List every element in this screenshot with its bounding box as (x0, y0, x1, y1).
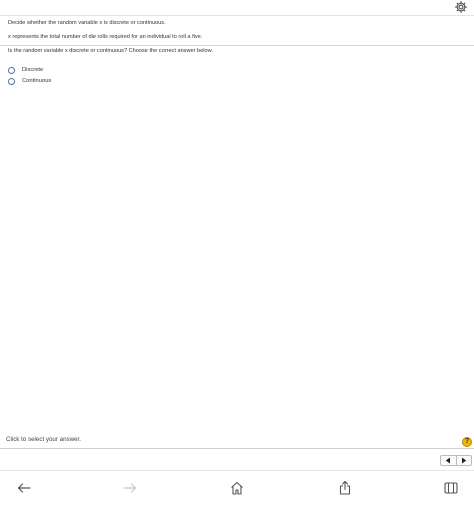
status-text: Click to select your answer. (6, 436, 81, 443)
divider (0, 45, 474, 46)
previous-button[interactable] (441, 456, 456, 465)
option-label: Discrete (22, 66, 44, 73)
triangle-left-icon (446, 457, 451, 464)
browser-toolbar (0, 470, 474, 506)
home-icon[interactable] (229, 480, 245, 496)
question-instruction: Decide whether the random variable x is … (8, 20, 166, 26)
next-button[interactable] (455, 456, 472, 465)
option-continuous[interactable]: Continuous (8, 77, 51, 85)
radio-button[interactable] (8, 66, 15, 74)
option-label: Continuous (22, 77, 52, 84)
arrow-right-icon[interactable] (122, 480, 138, 496)
option-discrete[interactable]: Discrete (8, 66, 43, 74)
footer-divider (0, 448, 474, 449)
help-icon[interactable]: ? (462, 437, 472, 447)
radio-button[interactable] (8, 77, 15, 85)
pager (440, 455, 472, 466)
triangle-right-icon (461, 457, 466, 464)
gear-icon[interactable] (454, 0, 468, 14)
tabs-icon[interactable] (443, 480, 459, 496)
arrow-left-icon[interactable] (16, 480, 32, 496)
question-description: x represents the total number of die rol… (8, 34, 203, 40)
share-icon[interactable] (337, 480, 353, 496)
top-bar (0, 0, 474, 16)
question-prompt: Is the random variable x discrete or con… (8, 48, 213, 54)
